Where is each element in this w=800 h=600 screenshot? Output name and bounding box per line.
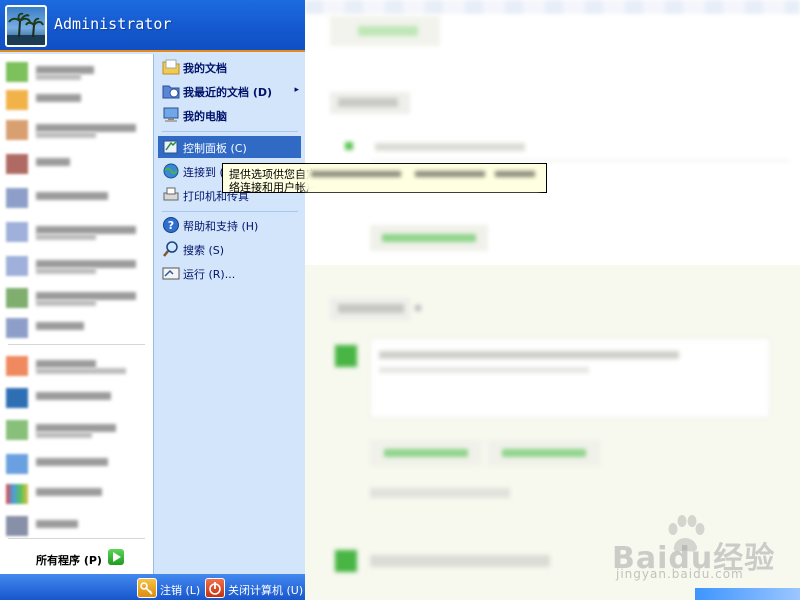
start-menu-header: Administrator <box>0 0 305 52</box>
log-off-label: 注销 (L) <box>160 584 201 597</box>
submenu-arrow-icon: ▸ <box>294 85 299 95</box>
menu-divider <box>162 131 298 132</box>
menu-divider <box>162 211 298 212</box>
menu-item-my-computer[interactable]: 我的电脑 <box>158 104 301 126</box>
taskbar-tray[interactable] <box>695 588 800 600</box>
background-tab <box>330 16 440 46</box>
program-item[interactable] <box>6 286 146 310</box>
start-menu: Administrator 所有程序 (P) 我的文档 我最近的文档 (D) ▸… <box>0 0 305 600</box>
background-button <box>370 440 482 466</box>
key-icon <box>137 578 157 598</box>
background-row <box>345 138 565 156</box>
menu-item-control-panel[interactable]: 控制面板 (C) <box>158 136 301 158</box>
shut-down-label: 关闭计算机 (U) <box>228 584 304 597</box>
background-small-text <box>370 488 510 498</box>
programs-pane: 所有程序 (P) <box>0 54 153 574</box>
background-card <box>370 338 770 418</box>
program-item[interactable] <box>6 152 146 176</box>
help-icon: ? <box>163 217 179 233</box>
tooltip-line-2: 络连接和用户帐户 <box>229 181 317 194</box>
program-item[interactable] <box>6 220 146 244</box>
run-icon <box>162 267 180 280</box>
menu-item-label: 搜索 (S) <box>183 244 225 257</box>
menu-item-help[interactable]: ? 帮助和支持 (H) <box>158 214 301 236</box>
background-button <box>370 225 488 251</box>
menu-item-my-documents[interactable]: 我的文档 <box>158 56 301 78</box>
avatar[interactable] <box>5 5 47 47</box>
background-section-heading <box>330 92 410 114</box>
tooltip-blurred-text <box>305 167 540 191</box>
program-item[interactable] <box>6 60 146 84</box>
program-item[interactable] <box>6 354 146 378</box>
control-panel-icon <box>163 140 178 154</box>
menu-item-label: 我的电脑 <box>183 110 227 123</box>
printers-faxes-icon <box>163 187 179 201</box>
palm-tree-avatar-icon <box>7 12 45 45</box>
background-green-icon <box>335 550 357 572</box>
program-item[interactable] <box>6 118 146 142</box>
menu-item-recent-documents[interactable]: 我最近的文档 (D) ▸ <box>158 80 301 102</box>
places-pane: 我的文档 我最近的文档 (D) ▸ 我的电脑 控制面板 (C) 连接到 (T) … <box>153 54 305 574</box>
all-programs-label: 所有程序 (P) <box>36 554 102 567</box>
menu-item-label: 帮助和支持 (H) <box>183 220 259 233</box>
connect-to-icon <box>163 163 179 179</box>
menu-item-search[interactable]: 搜索 (S) <box>158 238 301 260</box>
power-icon <box>205 578 225 598</box>
programs-divider <box>8 538 145 539</box>
green-arrow-icon <box>108 549 124 565</box>
programs-divider <box>8 344 145 345</box>
program-item[interactable] <box>6 418 146 442</box>
program-item[interactable] <box>6 186 146 210</box>
menu-item-label: 我最近的文档 (D) <box>183 86 273 99</box>
menu-item-run[interactable]: 运行 (R)... <box>158 262 301 284</box>
menu-item-label: 控制面板 (C) <box>183 142 247 155</box>
program-item[interactable] <box>6 514 146 538</box>
program-item[interactable] <box>6 254 146 278</box>
watermark-url: jingyan.baidu.com <box>616 567 744 581</box>
program-item[interactable] <box>6 452 146 476</box>
menu-item-label: 我的文档 <box>183 62 227 75</box>
svg-text:?: ? <box>168 219 174 232</box>
search-icon <box>163 241 178 257</box>
all-programs-button[interactable]: 所有程序 (P) <box>0 546 153 572</box>
program-item[interactable] <box>6 88 146 112</box>
watermark: Baidu经验 jingyan.baidu.com <box>612 515 787 585</box>
my-computer-icon <box>163 107 179 122</box>
background-section-heading <box>330 298 410 320</box>
menu-item-label: 运行 (R)... <box>183 268 236 281</box>
background-dot <box>415 305 421 311</box>
background-text <box>370 555 550 567</box>
user-name: Administrator <box>54 15 172 33</box>
background-page <box>305 0 800 600</box>
background-top-strip <box>305 0 800 14</box>
background-green-icon <box>335 345 357 367</box>
background-button <box>488 440 600 466</box>
program-item[interactable] <box>6 482 146 506</box>
background-divider <box>370 160 790 161</box>
my-documents-icon <box>162 59 180 75</box>
recent-documents-icon <box>162 85 180 99</box>
program-item[interactable] <box>6 386 146 410</box>
control-panel-tooltip: 提供选项供您自定 络连接和用户帐户 <box>222 163 547 194</box>
start-menu-footer: 注销 (L) 关闭计算机 (U) <box>0 574 305 600</box>
program-item[interactable] <box>6 316 146 340</box>
